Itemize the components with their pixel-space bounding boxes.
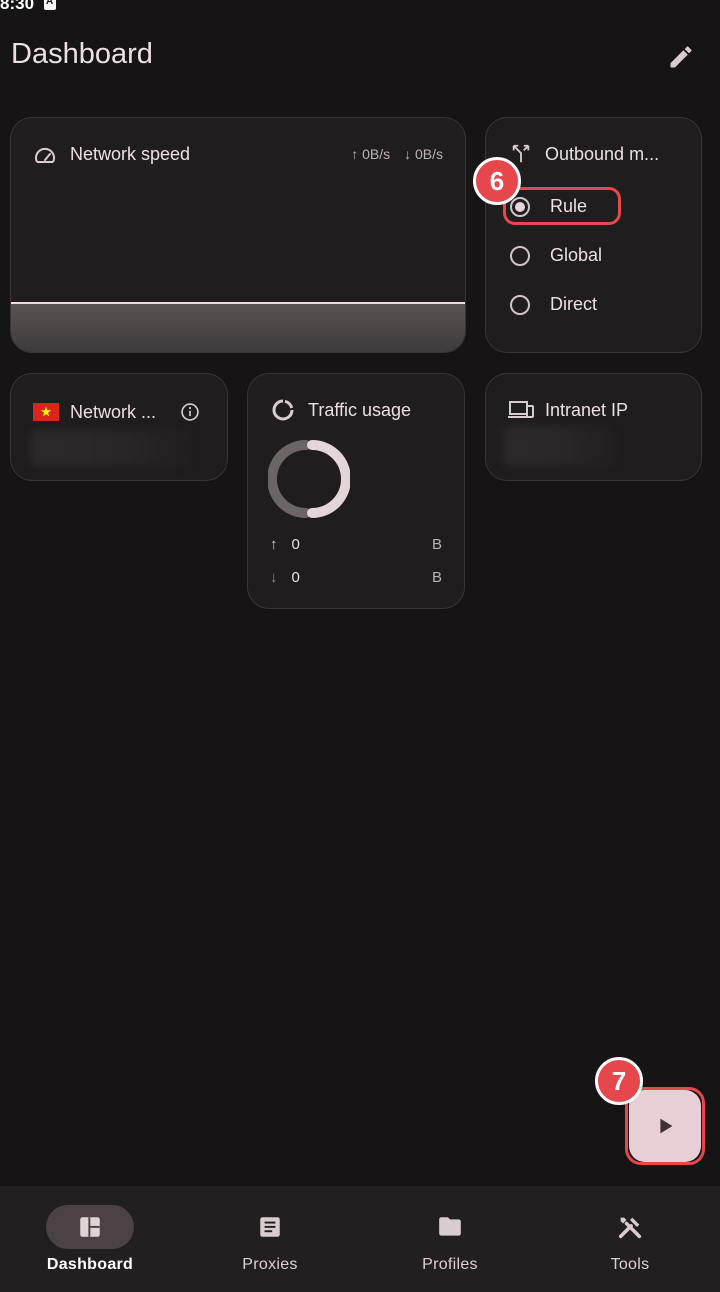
network-speed-card[interactable]: Network speed ↑ 0B/s ↓ 0B/s [10,117,466,353]
nav-profiles-pill[interactable] [406,1205,494,1249]
status-time: 8:30 [0,0,35,13]
annotation-badge-7: 7 [595,1057,643,1105]
info-icon[interactable] [180,402,200,422]
traffic-usage-card[interactable]: Traffic usage ↑ 0 B ↓ 0 B [247,373,465,609]
intranet-ip-redacted [504,426,614,466]
outbound-mode-card: Outbound m... Rule Global Direct [485,117,702,353]
nav-tools-pill[interactable] [586,1205,674,1249]
arrow-up-icon: ↑ [270,536,278,553]
traffic-download-row: ↓ 0 B [270,569,442,586]
notification-icon [44,0,57,10]
radio-global-label: Global [550,245,603,265]
tools-icon [618,1217,642,1239]
highlight-start-button [625,1087,705,1165]
annotation-badge-6: 6 [473,157,521,205]
nav-dashboard[interactable]: Dashboard [0,1186,180,1292]
traffic-donut-chart [268,440,350,518]
dashboard-icon [80,1217,100,1237]
radio-global-indicator[interactable] [510,245,530,266]
nav-tools[interactable]: Tools [540,1186,720,1292]
pencil-icon [670,46,692,68]
nav-dashboard-label: Dashboard [46,1256,134,1273]
radio-global[interactable]: Global [510,245,602,266]
network-detection-card[interactable]: Network ... [10,373,228,481]
download-speed: ↓ 0B/s [404,146,443,162]
fork-arrows-icon [512,144,530,163]
folder-icon [439,1217,461,1236]
nav-dashboard-pill[interactable] [46,1205,134,1249]
traffic-usage-title: Traffic usage [308,400,412,420]
intranet-ip-title: Intranet IP [545,400,629,420]
speedometer-icon [35,147,55,163]
nav-proxies[interactable]: Proxies [180,1186,360,1292]
highlight-rule [503,187,621,225]
upload-value: 0 [291,536,300,553]
nav-proxies-pill[interactable] [226,1205,314,1249]
radio-direct-label: Direct [550,294,598,314]
download-unit: B [431,569,442,586]
vietnam-flag-icon [33,403,59,421]
download-value: 0 [291,569,300,586]
radio-direct[interactable]: Direct [510,294,597,315]
upload-speed: ↑ 0B/s [351,146,391,162]
devices-icon [508,401,534,418]
network-detection-redacted [31,430,189,466]
donut-chart-icon [272,399,294,421]
speed-graph-area [11,304,465,352]
edit-button[interactable] [660,36,702,78]
radio-direct-indicator[interactable] [510,294,530,315]
network-detection-title: Network ... [70,402,157,422]
bottom-navigation: Dashboard Proxies Profiles Tools [0,1186,720,1292]
network-speed-title: Network speed [70,144,191,164]
nav-proxies-label: Proxies [242,1256,298,1273]
nav-profiles-label: Profiles [422,1256,478,1273]
outbound-mode-title: Outbound m... [545,144,660,164]
nav-tools-label: Tools [610,1256,650,1273]
status-bar: 8:30 [0,0,57,14]
upload-unit: B [431,536,442,553]
page-title: Dashboard [11,38,153,70]
nav-profiles[interactable]: Profiles [360,1186,540,1292]
speed-stats: ↑ 0B/s ↓ 0B/s [351,146,443,162]
arrow-down-icon: ↓ [270,569,278,586]
article-icon [260,1217,280,1237]
traffic-upload-row: ↑ 0 B [270,536,442,553]
intranet-ip-card[interactable]: Intranet IP [485,373,702,481]
